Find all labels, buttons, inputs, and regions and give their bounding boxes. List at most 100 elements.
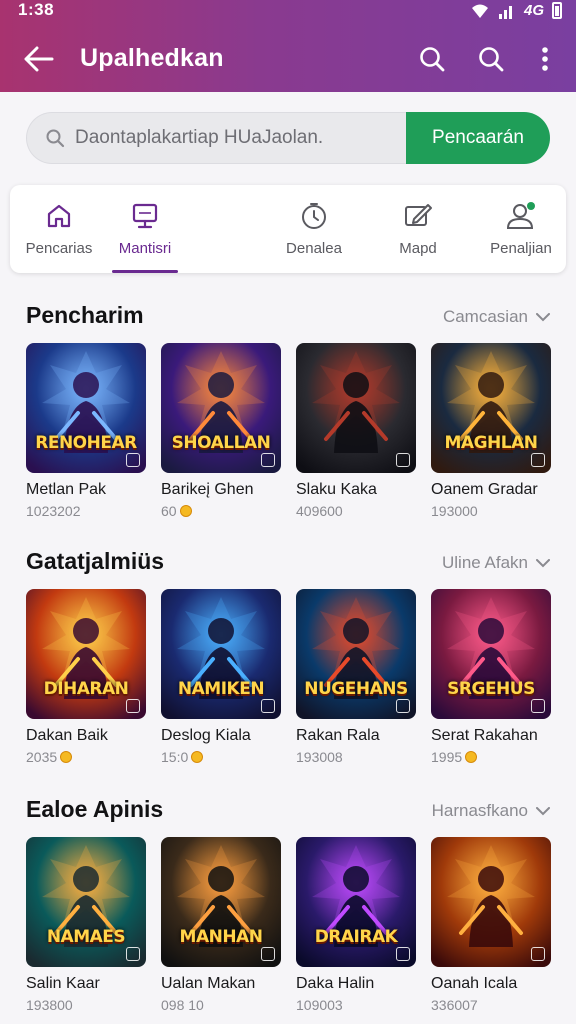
game-meta-value: 193000 (431, 503, 478, 519)
game-card[interactable]: NUGEHANS Rakan Rala 193008 (296, 589, 418, 765)
search-button-1[interactable] (415, 42, 449, 76)
status-bar: 1:38 4G (0, 0, 576, 22)
game-meta: 2035 (26, 749, 148, 765)
game-meta: 336007 (431, 997, 553, 1013)
game-thumbnail: NAMAES (26, 837, 146, 967)
status-time: 1:38 (18, 0, 55, 19)
game-thumbnail: SRGEHUS (431, 589, 551, 719)
category-tabs: Pencarias Mantisri Denalea Mapd Penaljia… (10, 185, 566, 273)
corner-badge-icon (126, 699, 140, 713)
game-card[interactable]: RENOHEAR Metlan Pak 1023202 (26, 343, 148, 519)
game-name: Metlan Pak (26, 481, 107, 498)
game-logo-text: RENOHEAR (35, 433, 137, 453)
section-title: Ealoe Apinis (26, 796, 164, 822)
battery-icon (552, 2, 562, 19)
tab-mapd[interactable]: Mapd (394, 185, 442, 273)
game-meta-value: 409600 (296, 503, 343, 519)
game-meta: 15:0 (161, 749, 283, 765)
monitor-icon (132, 203, 158, 229)
game-meta: 193800 (26, 997, 148, 1013)
game-name: Rakan Rala (296, 727, 380, 744)
tab-label: Denalea (286, 240, 342, 257)
tab-mantisri[interactable]: Mantisri (112, 185, 178, 273)
game-logo-text: NUGEHANS (304, 679, 408, 699)
game-name: Daka Halin (296, 975, 375, 992)
edit-icon (405, 204, 432, 226)
back-button[interactable] (22, 42, 56, 76)
game-name: Ualan Makan (161, 975, 256, 992)
game-card[interactable]: NAMAES Salin Kaar 193800 (26, 837, 148, 1013)
corner-badge-icon (396, 699, 410, 713)
coin-icon (465, 751, 478, 763)
tab-denalea[interactable]: Denalea (282, 185, 346, 273)
corner-badge-icon (396, 453, 410, 467)
tab-penaljian[interactable]: Penaljian (486, 185, 556, 273)
game-logo-text: MANHAN (179, 927, 263, 947)
overflow-menu-button[interactable] (528, 42, 562, 76)
game-card[interactable]: MANHAN Ualan Makan 098 10 (161, 837, 283, 1013)
more-vert-icon (542, 47, 548, 71)
corner-badge-icon (531, 947, 545, 961)
game-card[interactable]: DIHARAN Dakan Baik 2035 (26, 589, 148, 765)
corner-badge-icon (396, 947, 410, 961)
section-more-dropdown[interactable]: Uline Afakn (442, 553, 550, 573)
signal-icon (498, 3, 516, 19)
game-name: Deslog Kiala (161, 727, 251, 744)
game-card[interactable]: Oanah Icala 336007 (431, 837, 553, 1013)
corner-badge-icon (261, 453, 275, 467)
game-card[interactable]: SHOALLAN Barikeį Ghen 60 (161, 343, 283, 519)
arrow-left-icon (24, 46, 54, 72)
game-thumbnail: NAMIKEN (161, 589, 281, 719)
profile-icon (506, 202, 535, 229)
game-meta: 193000 (431, 503, 553, 519)
game-thumbnail: SHOALLAN (161, 343, 281, 473)
chevron-down-icon (536, 558, 550, 567)
game-meta: 1023202 (26, 503, 148, 519)
game-thumbnail (431, 837, 551, 967)
game-name: Barikeį Ghen (161, 481, 254, 498)
section-more-dropdown[interactable]: Harnasfkano (432, 801, 550, 821)
game-meta-value: 098 10 (161, 997, 204, 1013)
game-logo-text: DIHARAN (43, 679, 129, 699)
game-name: Dakan Baik (26, 727, 108, 744)
corner-badge-icon (126, 453, 140, 467)
game-meta-value: 193008 (296, 749, 343, 765)
game-logo-text: MAGHLAN (444, 433, 538, 453)
game-meta-value: 1995 (431, 749, 463, 765)
search-icon (46, 129, 65, 148)
game-thumbnail: RENOHEAR (26, 343, 146, 473)
game-thumbnail: DIHARAN (26, 589, 146, 719)
search-input[interactable] (75, 127, 395, 149)
search-box (26, 112, 406, 164)
game-meta-value: 193800 (26, 997, 73, 1013)
game-meta: 60 (161, 503, 283, 519)
game-name: Oanem Gradar (431, 481, 538, 498)
game-card[interactable]: NAMIKEN Deslog Kiala 15:0 (161, 589, 283, 765)
game-card[interactable]: Slaku Kaka 409600 (296, 343, 418, 519)
game-card[interactable]: MAGHLAN Oanem Gradar 193000 (431, 343, 553, 519)
section-more-label: Harnasfkano (431, 801, 528, 820)
search-button-2[interactable] (474, 42, 508, 76)
game-name: Serat Rakahan (431, 727, 538, 744)
game-thumbnail: MANHAN (161, 837, 281, 967)
game-meta-value: 2035 (26, 749, 58, 765)
game-meta: 109003 (296, 997, 418, 1013)
game-card[interactable]: DRAIRAK Daka Halin 109003 (296, 837, 418, 1013)
section-more-label: Uline Afakn (442, 553, 528, 572)
game-name: Salin Kaar (26, 975, 100, 992)
status-icons: 4G (470, 2, 562, 19)
game-meta-value: 15:0 (161, 749, 189, 765)
tab-label: Mapd (399, 240, 437, 257)
section-more-dropdown[interactable]: Camcasian (443, 307, 550, 327)
tab-pencarias[interactable]: Pencarias (24, 185, 94, 273)
game-logo-text: DRAIRAK (314, 927, 398, 947)
game-thumbnail (296, 343, 416, 473)
game-card[interactable]: SRGEHUS Serat Rakahan 1995 (431, 589, 553, 765)
tab-label: Mantisri (118, 240, 172, 257)
wifi-icon (470, 3, 490, 19)
game-logo-text: NAMAES (46, 927, 126, 947)
network-label: 4G (523, 2, 544, 19)
search-submit-button[interactable]: Pencaarán (406, 112, 550, 164)
corner-badge-icon (531, 453, 545, 467)
game-meta-value: 60 (161, 503, 177, 519)
